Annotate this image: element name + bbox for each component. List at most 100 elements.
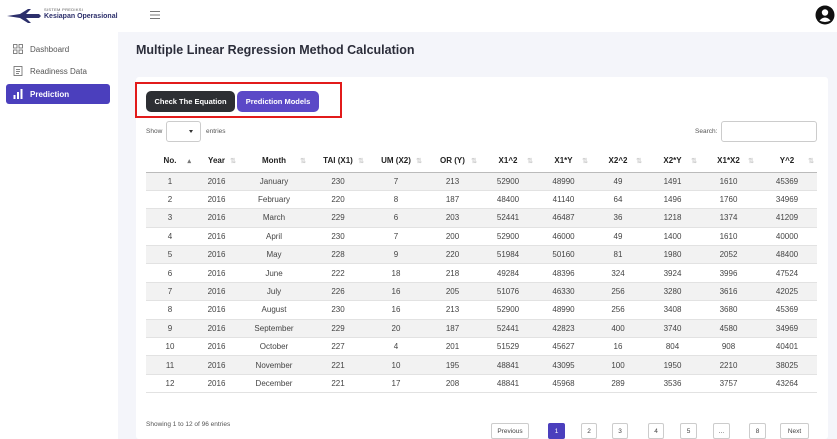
column-header-label: X2*Y (663, 156, 682, 166)
table-cell: 2016 (194, 319, 239, 339)
table-cell: 41140 (536, 190, 591, 210)
sidebar-item-prediction[interactable]: Prediction (6, 84, 110, 104)
table-cell: 38025 (757, 355, 817, 375)
table-cell: 256 (591, 282, 645, 302)
table-row: 1 2016 January 230 7 213 52900 48990 49 1491 1610 4… (146, 172, 817, 191)
table-cell: 2016 (194, 263, 239, 283)
table-cell: 230 (309, 300, 367, 320)
column-header-label: UM (X2) (381, 156, 411, 166)
table-cell: 1760 (700, 190, 757, 210)
table-cell: 2016 (194, 227, 239, 247)
column-header[interactable]: X1*Y ⇅ (536, 150, 591, 173)
column-header-label: X1^2 (498, 156, 518, 166)
column-header[interactable]: X1^2 ⇅ (480, 150, 536, 173)
page-button[interactable]: 8 (749, 423, 766, 439)
column-header-label: X1*X2 (717, 156, 740, 166)
table-cell: 229 (309, 319, 367, 339)
table-cell: 36 (591, 208, 645, 228)
table-cell: 229 (309, 208, 367, 228)
table-cell: 45369 (757, 172, 817, 191)
app-logo[interactable]: SISTEM PREDIKSI Kesiapan Operasional (6, 8, 140, 24)
page-button[interactable]: 1 (548, 423, 565, 439)
sort-arrows-icon: ⇅ (471, 158, 477, 165)
column-header[interactable]: No. ▴ (146, 150, 194, 173)
table-cell: January (239, 172, 309, 191)
table-cell: 195 (425, 355, 480, 375)
hamburger-menu-icon[interactable] (150, 10, 160, 20)
column-header-label: X2^2 (608, 156, 628, 166)
table-cell: September (239, 319, 309, 339)
top-bar: SISTEM PREDIKSI Kesiapan Operasional (0, 0, 837, 32)
table-cell: May (239, 245, 309, 265)
table-cell: 208 (425, 374, 480, 394)
table-row: 4 2016 April 230 7 200 52900 46000 49 1400 1610 400… (146, 227, 817, 247)
page-button[interactable]: 5 (680, 423, 697, 439)
table-cell: 218 (425, 263, 480, 283)
table-cell: 1491 (645, 172, 700, 191)
table-cell: 6 (367, 208, 425, 228)
column-header[interactable]: Month ⇅ (239, 150, 309, 173)
entries-select[interactable] (166, 121, 201, 142)
table-cell: 18 (367, 263, 425, 283)
table-cell: 324 (591, 263, 645, 283)
table-cell: 1610 (700, 227, 757, 247)
column-header[interactable]: X2^2 ⇅ (591, 150, 645, 173)
sidebar-item-readiness-data[interactable]: Readiness Data (6, 61, 110, 81)
sidebar-item-label: Prediction (30, 89, 70, 99)
table-cell: 2016 (194, 300, 239, 320)
table-cell: 16 (367, 282, 425, 302)
table-cell: 4580 (700, 319, 757, 339)
table-cell: 48841 (480, 374, 536, 394)
column-header-label: Y^2 (779, 156, 795, 166)
table-cell: 908 (700, 337, 757, 357)
column-header[interactable]: Y^2 ⇅ (757, 150, 817, 173)
table-cell: 1 (146, 172, 194, 191)
column-header[interactable]: X1*X2 ⇅ (700, 150, 757, 173)
table-row: 5 2016 May 228 9 220 51984 50160 81 1980 2052 48400 (146, 245, 817, 265)
sort-arrows-icon: ⇅ (358, 158, 364, 165)
sidebar-item-label: Readiness Data (30, 66, 87, 76)
user-avatar-icon[interactable] (815, 5, 835, 25)
table-cell: 40401 (757, 337, 817, 357)
column-header[interactable]: Year ⇅ (194, 150, 239, 173)
page-button[interactable]: 2 (581, 423, 597, 439)
column-header-label: X1*Y (554, 156, 573, 166)
table-cell: 51529 (480, 337, 536, 357)
column-header[interactable]: OR (Y) ⇅ (425, 150, 480, 173)
previous-page-button[interactable]: Previous (491, 423, 529, 439)
table-cell: 48400 (757, 245, 817, 265)
table-cell: 42025 (757, 282, 817, 302)
table-cell: 42823 (536, 319, 591, 339)
sort-arrows-icon: ⇅ (300, 158, 306, 165)
table-cell: 213 (425, 172, 480, 191)
table-cell: 9 (146, 319, 194, 339)
table-cell: 221 (309, 374, 367, 394)
sort-arrows-icon: ⇅ (636, 158, 642, 165)
table-cell: August (239, 300, 309, 320)
table-cell: 48990 (536, 300, 591, 320)
table-cell: 2016 (194, 355, 239, 375)
document-icon (13, 66, 23, 76)
page-title: Multiple Linear Regression Method Calcul… (136, 43, 415, 57)
search-input[interactable] (721, 121, 817, 142)
table-cell: 16 (367, 300, 425, 320)
sidebar-item-dashboard[interactable]: Dashboard (6, 39, 110, 59)
table-cell: 227 (309, 337, 367, 357)
highlight-box (135, 82, 342, 118)
table-cell: 230 (309, 227, 367, 247)
select-caret-icon (189, 130, 193, 133)
sort-arrows-icon: ▴ (187, 158, 190, 165)
table-cell: 45627 (536, 337, 591, 357)
column-header[interactable]: UM (X2) ⇅ (367, 150, 425, 173)
column-header[interactable]: TAI (X1) ⇅ (309, 150, 367, 173)
table-cell: 81 (591, 245, 645, 265)
page-button[interactable]: 3 (612, 423, 628, 439)
next-page-button[interactable]: Next (780, 423, 809, 439)
table-row: 6 2016 June 222 18 218 49284 48396 324 3924 3996 47… (146, 263, 817, 283)
table-cell: March (239, 208, 309, 228)
column-header[interactable]: X2*Y ⇅ (645, 150, 700, 173)
table-cell: 222 (309, 263, 367, 283)
table-cell: October (239, 337, 309, 357)
table-cell: 2016 (194, 374, 239, 394)
page-button[interactable]: 4 (648, 423, 664, 439)
